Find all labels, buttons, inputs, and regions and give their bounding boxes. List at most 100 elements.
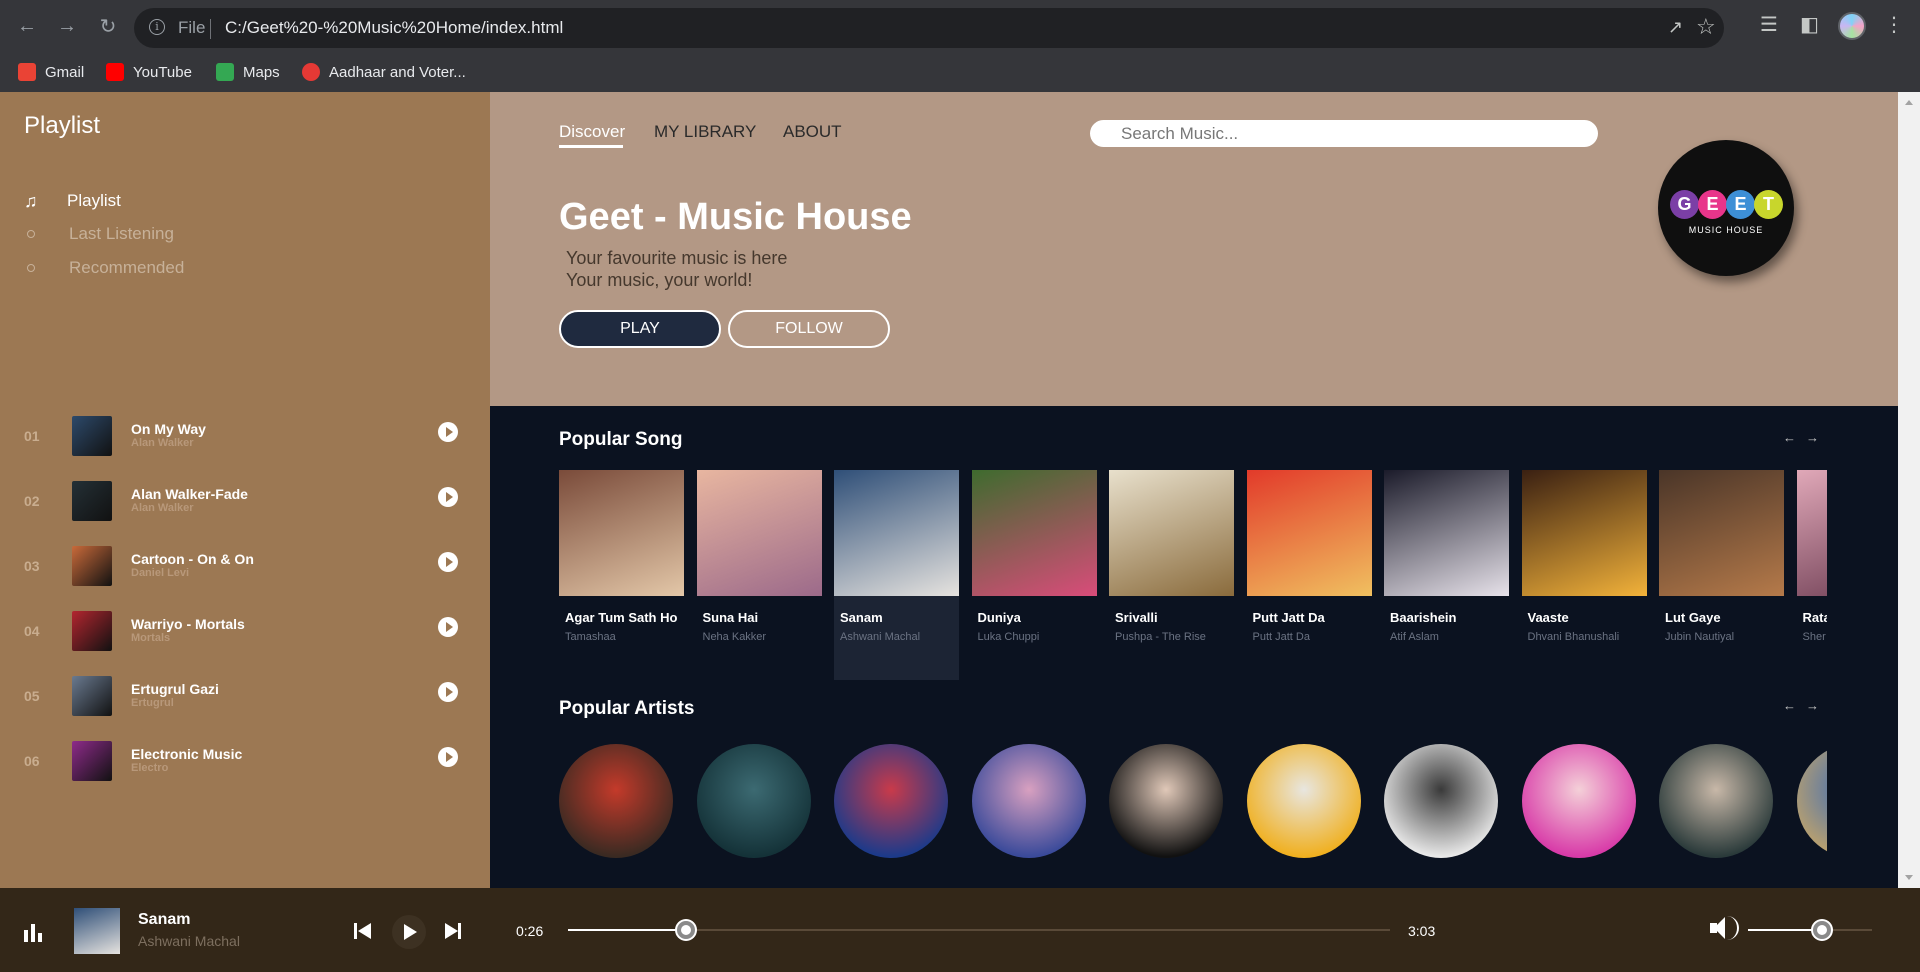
bookmark-label: YouTube — [133, 63, 192, 81]
arrow-left-icon[interactable]: ← — [1783, 430, 1806, 445]
page-scrollbar[interactable] — [1898, 92, 1920, 888]
song-card[interactable]: Sanam Ashwani Machal — [834, 470, 959, 680]
bookmark-star-icon[interactable]: ☆ — [1696, 14, 1716, 40]
artist-avatar[interactable] — [559, 744, 673, 858]
next-icon — [445, 923, 458, 939]
play-circle-icon[interactable] — [438, 617, 458, 637]
tab-discover[interactable]: Discover — [559, 122, 625, 142]
artist-avatar[interactable] — [1521, 744, 1636, 858]
address-bar[interactable]: i File C:/Geet%20-%20Music%20Home/index.… — [134, 8, 1724, 48]
seek-slider[interactable] — [568, 921, 1390, 939]
geet-logo: G E E T MUSIC HOUSE — [1658, 140, 1794, 276]
bookmark-aadhaar[interactable]: Aadhaar and Voter... — [302, 60, 466, 84]
next-track-button[interactable] — [443, 920, 465, 942]
tab-about[interactable]: ABOUT — [783, 122, 842, 142]
menu-dots-icon[interactable]: ⋮ — [1884, 12, 1904, 37]
play-pause-button[interactable] — [392, 915, 426, 949]
search-input[interactable] — [1090, 120, 1598, 147]
main-content: Popular Song ←→ Agar Tum Sath Ho Tamashaa… — [490, 406, 1898, 888]
track-item[interactable]: 03 Cartoon - On & On Daniel Levi — [24, 544, 464, 588]
play-circle-icon[interactable] — [438, 422, 458, 442]
side-panel-icon[interactable]: ◧ — [1800, 12, 1819, 37]
info-icon[interactable]: i — [149, 19, 165, 35]
track-name: Cartoon - On & On — [131, 551, 254, 567]
logo-letter: T — [1754, 190, 1783, 219]
profile-avatar[interactable] — [1838, 12, 1866, 40]
song-card[interactable]: Putt Jatt Da Putt Jatt Da — [1246, 470, 1372, 680]
song-artist: Pushpa - The Rise — [1115, 631, 1206, 643]
song-card[interactable]: Rata Sher — [1796, 470, 1827, 680]
previous-track-button[interactable] — [352, 920, 374, 942]
artist-avatar[interactable] — [1659, 744, 1773, 858]
follow-button[interactable]: FOLLOW — [728, 310, 890, 348]
song-cover — [971, 470, 1097, 596]
volume-thumb[interactable] — [1813, 921, 1832, 939]
volume-slider[interactable] — [1748, 921, 1872, 939]
hero-banner: Discover MY LIBRARY ABOUT Geet - Music H… — [490, 92, 1898, 406]
menu-item-label: Last Listening — [69, 224, 174, 243]
track-item[interactable]: 06 Electronic Music Electro — [24, 739, 464, 783]
artist-avatar[interactable] — [971, 744, 1086, 858]
play-circle-icon[interactable] — [438, 487, 458, 507]
volume-fill — [1748, 929, 1823, 931]
play-button[interactable]: PLAY — [559, 310, 721, 348]
track-item[interactable]: 02 Alan Walker-Fade Alan Walker — [24, 479, 464, 523]
scroll-down-icon[interactable] — [1905, 875, 1913, 880]
arrow-left-icon[interactable]: ← — [1783, 698, 1806, 713]
play-circle-icon[interactable] — [438, 682, 458, 702]
song-card[interactable]: Srivalli Pushpa - The Rise — [1109, 470, 1234, 680]
bookmark-gmail[interactable]: Gmail — [18, 60, 84, 84]
now-playing-artist: Ashwani Machal — [138, 933, 240, 949]
song-artist: Atif Aslam — [1390, 631, 1439, 643]
song-artist: Tamashaa — [565, 631, 616, 643]
artist-avatar[interactable] — [696, 744, 811, 858]
menu-item-last-listening[interactable]: Last Listening — [24, 222, 174, 246]
song-name: Baarishein — [1390, 610, 1457, 625]
reload-icon[interactable]: ↻ — [94, 12, 122, 40]
song-card[interactable]: Vaaste Dhvani Bhanushali — [1521, 470, 1647, 680]
song-card[interactable]: Agar Tum Sath Ho Tamashaa — [559, 470, 684, 680]
popular-songs-row: Agar Tum Sath Ho Tamashaa Suna Hai Neha Kak… — [559, 470, 1827, 680]
active-tab-underline — [559, 145, 623, 148]
menu-item-playlist[interactable]: ♫ Playlist — [24, 189, 121, 213]
artist-avatar[interactable] — [1246, 744, 1361, 858]
media-control-icon[interactable]: ☰ — [1760, 12, 1778, 37]
song-cover — [1109, 470, 1234, 596]
song-card[interactable]: Lut Gaye Jubin Nautiyal — [1659, 470, 1784, 680]
seek-thumb[interactable] — [676, 921, 695, 939]
play-circle-icon[interactable] — [438, 747, 458, 767]
equalizer-icon[interactable] — [24, 924, 46, 942]
bookmark-youtube[interactable]: YouTube — [106, 60, 192, 84]
song-card[interactable]: Baarishein Atif Aslam — [1384, 470, 1509, 680]
share-icon[interactable]: ↗ — [1668, 17, 1683, 38]
artist-avatar[interactable] — [1109, 744, 1223, 858]
track-name: Ertugrul Gazi — [131, 681, 219, 697]
url-text[interactable]: C:/Geet%20-%20Music%20Home/index.html — [225, 18, 563, 38]
track-artist: Ertugrul — [131, 697, 174, 709]
divider — [210, 19, 211, 39]
artist-avatar[interactable] — [834, 744, 948, 858]
back-arrow-icon[interactable]: ← — [13, 12, 41, 40]
song-artist: Jubin Nautiyal — [1665, 631, 1735, 643]
song-cover — [1659, 470, 1784, 596]
song-cover — [559, 470, 684, 596]
artist-avatar[interactable] — [1796, 744, 1827, 858]
scroll-up-icon[interactable] — [1905, 100, 1913, 105]
track-cover — [72, 741, 112, 781]
volume-icon[interactable] — [1710, 915, 1740, 941]
arrow-right-icon[interactable]: → — [1806, 698, 1829, 713]
track-item[interactable]: 04 Warriyo - Mortals Mortals — [24, 609, 464, 653]
page-title: Geet - Music House — [559, 196, 912, 238]
track-item[interactable]: 01 On My Way Alan Walker — [24, 414, 464, 458]
track-name: On My Way — [131, 421, 206, 437]
song-card[interactable]: Suna Hai Neha Kakker — [696, 470, 822, 680]
bookmark-maps[interactable]: Maps — [216, 60, 280, 84]
track-item[interactable]: 05 Ertugrul Gazi Ertugrul — [24, 674, 464, 718]
tab-my-library[interactable]: MY LIBRARY — [654, 122, 756, 142]
play-circle-icon[interactable] — [438, 552, 458, 572]
forward-arrow-icon[interactable]: → — [53, 12, 81, 40]
artist-avatar[interactable] — [1384, 744, 1498, 858]
song-card[interactable]: Duniya Luka Chuppi — [971, 470, 1097, 680]
menu-item-recommended[interactable]: Recommended — [24, 256, 184, 280]
arrow-right-icon[interactable]: → — [1806, 430, 1829, 445]
